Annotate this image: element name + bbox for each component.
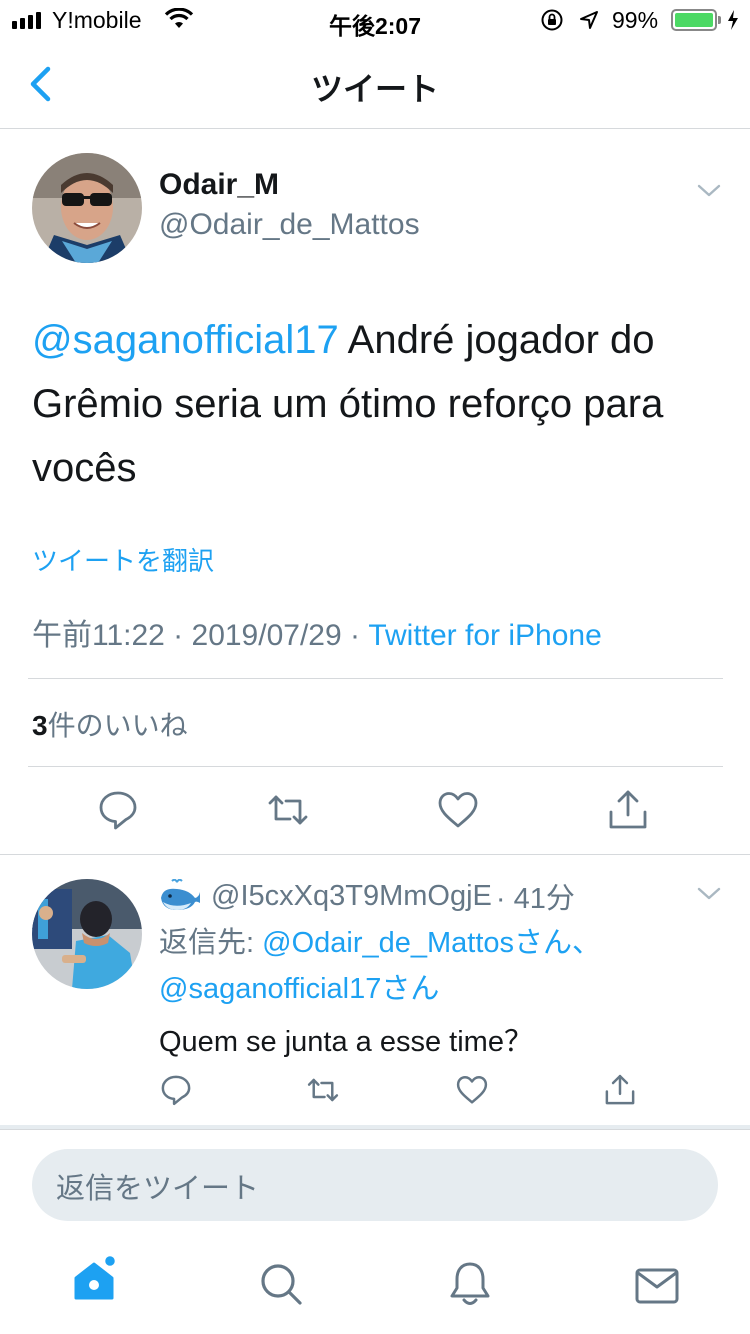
reply-header: @I5cxXq3T9MmOgjE · 41分 xyxy=(159,875,575,917)
divider xyxy=(28,766,723,767)
tweet-timestamp: 午前11:22 · 2019/07/29 · xyxy=(32,619,369,652)
like-icon[interactable] xyxy=(436,788,480,832)
tweet-meta: 午前11:22 · 2019/07/29 · Twitter for iPhon… xyxy=(32,610,602,654)
like-icon[interactable] xyxy=(455,1073,489,1107)
reply-icon[interactable] xyxy=(159,1073,193,1107)
page-title: ツイート xyxy=(310,71,439,107)
messages-icon[interactable] xyxy=(633,1262,681,1310)
translate-tweet-link[interactable]: ツイートを翻訳 xyxy=(32,541,214,578)
like-count-number: 3 xyxy=(32,710,48,741)
share-icon[interactable] xyxy=(606,788,650,832)
mention-link[interactable]: @saganofficial17 xyxy=(32,318,339,362)
reply-icon[interactable] xyxy=(96,788,140,832)
divider xyxy=(28,678,723,679)
home-icon[interactable] xyxy=(70,1256,118,1304)
replying-to-label: 返信先: xyxy=(159,927,263,959)
battery-tip xyxy=(718,16,721,24)
avatar[interactable] xyxy=(32,153,142,263)
tweet-text: @saganofficial17 André jogador do Grêmio… xyxy=(32,308,722,500)
reply-avatar[interactable] xyxy=(32,879,142,989)
reply-age: · 41分 xyxy=(495,883,575,915)
notifications-icon[interactable] xyxy=(446,1260,494,1308)
status-bar: Y!mobile 午後2:07 99% xyxy=(0,0,750,40)
chevron-down-icon[interactable] xyxy=(697,183,721,199)
charging-icon xyxy=(728,10,738,30)
like-count-label: 件のいいね xyxy=(47,710,188,741)
nav-divider xyxy=(0,128,750,129)
reply-to-mention[interactable]: @Odair_de_Mattosさん、 xyxy=(262,927,601,959)
reply-text: Quem se junta a esse time？ xyxy=(159,1026,533,1058)
location-icon xyxy=(580,11,598,29)
likes-count[interactable]: 3件のいいね xyxy=(32,704,188,744)
compose-placeholder: 返信をツイート xyxy=(56,1173,260,1205)
replying-to: 返信先: @Odair_de_Mattosさん、 @saganofficial1… xyxy=(159,920,719,1012)
chevron-down-icon[interactable] xyxy=(697,886,721,902)
display-name[interactable]: Odair_M xyxy=(159,168,279,202)
battery-percent: 99% xyxy=(612,7,659,33)
reply-handle[interactable]: @I5cxXq3T9MmOgjE xyxy=(211,880,492,913)
reply-to-mention[interactable]: @saganofficial17さん xyxy=(159,973,439,1005)
rotation-lock-icon xyxy=(541,9,563,31)
divider xyxy=(0,854,750,855)
share-icon[interactable] xyxy=(603,1073,637,1107)
battery-icon xyxy=(671,9,717,31)
retweet-icon[interactable] xyxy=(266,788,310,832)
whale-icon xyxy=(161,879,200,910)
tweet-source-link[interactable]: Twitter for iPhone xyxy=(368,619,601,652)
user-handle[interactable]: @Odair_de_Mattos xyxy=(159,208,420,242)
retweet-icon[interactable] xyxy=(306,1073,340,1107)
search-icon[interactable] xyxy=(257,1260,305,1308)
